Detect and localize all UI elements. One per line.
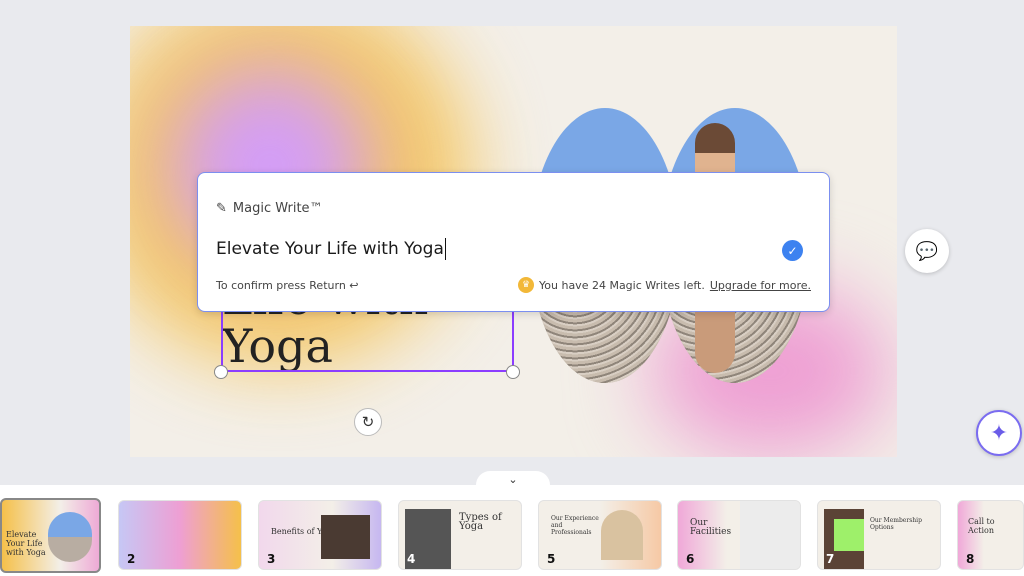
magic-write-label: Magic Write™ [232,201,323,216]
magic-assistant-button[interactable]: ✦ [976,410,1022,456]
magic-wand-icon: ✎ [216,201,227,216]
sparkle-icon: ✦ [989,420,1009,446]
remaining-count: You have 24 Magic Writes left. [539,278,705,292]
resize-handle[interactable] [214,365,228,379]
comment-add-icon: 💬 [915,240,939,262]
rotate-icon[interactable]: ↻ [354,408,382,436]
magic-write-panel: ✎ Magic Write™ Elevate Your Life with Yog… [197,172,830,312]
resize-handle[interactable] [506,365,520,379]
thumbnail-1[interactable]: Elevate Your Life with Yoga [0,498,101,573]
thumbnail-6[interactable]: Our Facilities 6 [677,500,801,570]
thumbnail-8[interactable]: Call to Action 8 [957,500,1024,570]
confirm-hint: To confirm press Return ↩ [216,279,359,292]
confirm-check-button[interactable]: ✓ [782,240,803,261]
thumbnail-3[interactable]: Benefits of Yoga 3 [258,500,382,570]
thumbnail-2[interactable]: 2 [118,500,242,570]
crown-icon: ♛ [518,277,535,293]
upgrade-link[interactable]: Upgrade for more. [710,279,811,292]
add-comment-button[interactable]: 💬 [905,229,949,273]
thumbnail-5[interactable]: Our Experience and Professionals 5 [538,500,662,570]
thumbnail-7[interactable]: Our Membership Options 7 [817,500,941,570]
thumbnail-4[interactable]: Types of Yoga 4 [398,500,522,570]
chevron-down-icon: ⌄ [508,473,518,486]
collapse-tray-button[interactable]: ⌄ [476,471,550,491]
magic-write-input[interactable]: Elevate Your Life with Yoga [216,238,446,260]
